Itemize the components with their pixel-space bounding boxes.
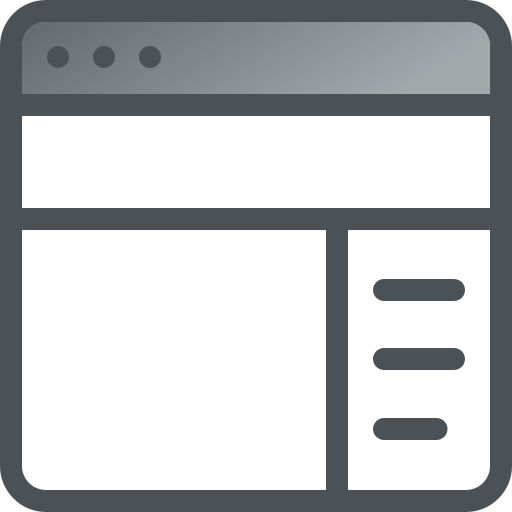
window-control-dot <box>93 46 115 68</box>
window-control-dot <box>139 46 161 68</box>
browser-window-icon <box>0 0 512 512</box>
title-bar-divider <box>22 94 490 116</box>
window-control-dot <box>47 46 69 68</box>
sidebar-divider <box>326 230 348 490</box>
browser-window-layout-icon <box>0 0 512 512</box>
header-divider <box>22 208 490 230</box>
title-bar <box>22 22 490 94</box>
window-controls <box>47 46 161 68</box>
